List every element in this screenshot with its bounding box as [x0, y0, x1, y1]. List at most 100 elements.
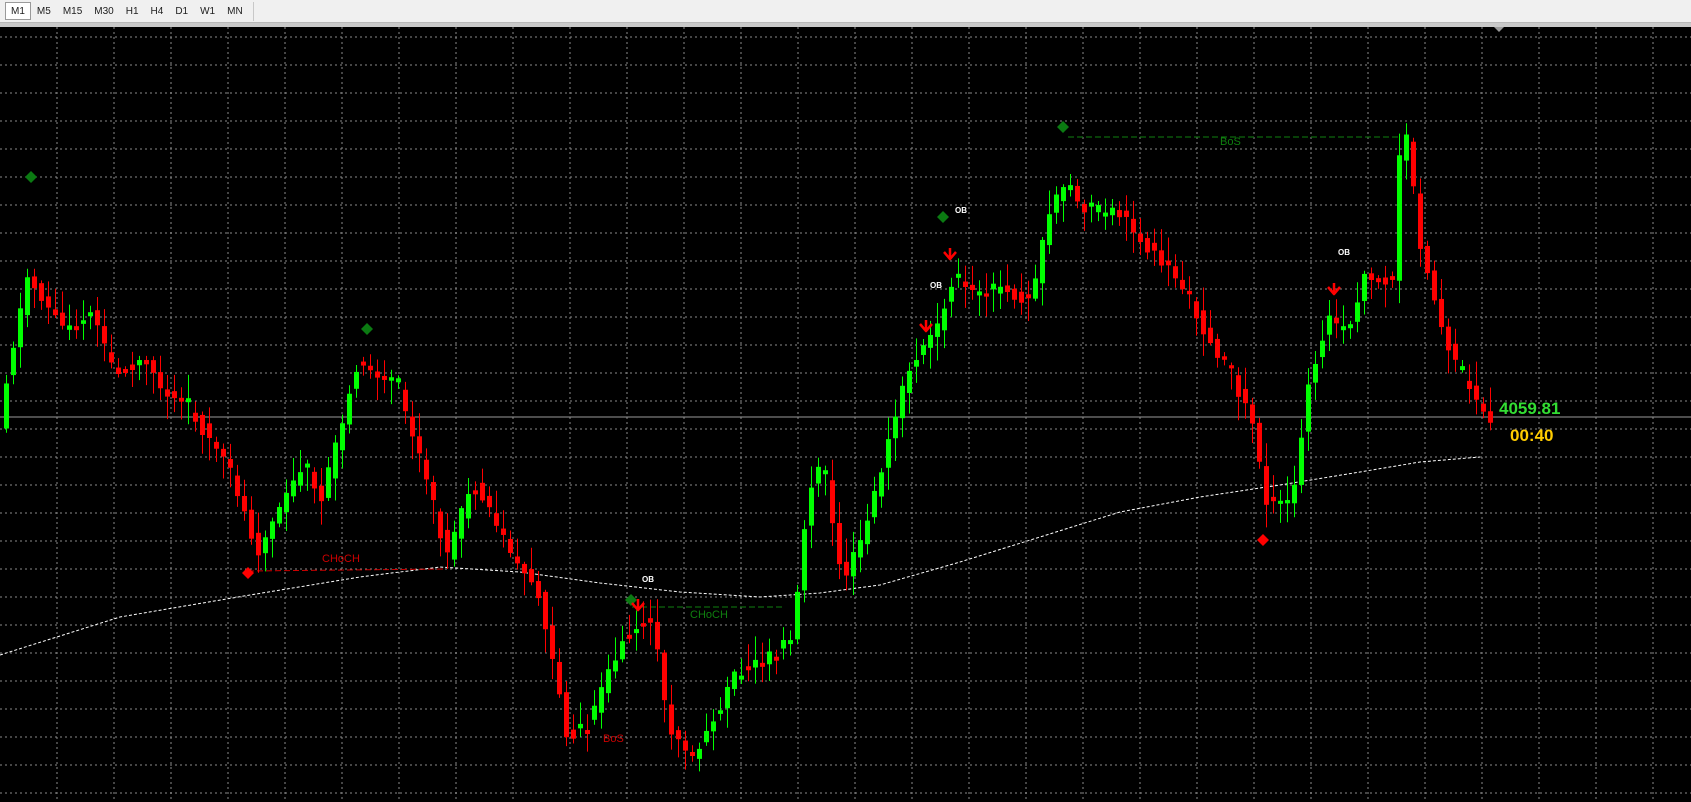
- bullish-candle: [956, 273, 961, 278]
- bearish-candle: [669, 704, 674, 735]
- bullish-candle: [396, 378, 401, 383]
- timeframe-button-group: M1 M5 M15 M30 H1 H4 D1 W1 MN: [5, 2, 254, 21]
- bearish-candle: [1411, 141, 1416, 187]
- bullish-candle: [1278, 500, 1283, 504]
- bearish-candle: [1124, 210, 1129, 217]
- timeframe-button-w1[interactable]: W1: [194, 2, 221, 20]
- bearish-candle: [1250, 404, 1255, 424]
- chart-background: [0, 27, 1691, 802]
- bearish-candle: [417, 436, 422, 454]
- bearish-candle: [1446, 326, 1451, 351]
- bullish-candle: [928, 334, 933, 348]
- bearish-candle: [39, 283, 44, 301]
- bullish-candle: [942, 308, 947, 331]
- bearish-candle: [641, 623, 646, 627]
- bullish-candle: [340, 423, 345, 451]
- bearish-candle: [256, 532, 261, 556]
- bearish-candle: [1243, 388, 1248, 404]
- timeframe-button-m30[interactable]: M30: [88, 2, 119, 20]
- bearish-candle: [550, 625, 555, 659]
- bearish-candle: [1488, 411, 1493, 423]
- bullish-candle: [879, 472, 884, 497]
- timeframe-button-mn[interactable]: MN: [221, 2, 249, 20]
- bullish-candle: [81, 320, 86, 324]
- bullish-candle: [893, 416, 898, 439]
- bullish-candle: [704, 730, 709, 743]
- price-chart[interactable]: CHoCH CHoCH BoS BoS OB OB OB OB 4059.81 …: [0, 27, 1691, 802]
- bullish-candle: [1327, 315, 1332, 335]
- bos-label-top: BoS: [1220, 136, 1241, 148]
- bullish-candle: [1033, 278, 1038, 299]
- timeframe-button-d1[interactable]: D1: [169, 2, 194, 20]
- timeframe-button-m15[interactable]: M15: [57, 2, 88, 20]
- bearish-candle: [627, 634, 632, 639]
- timeframe-button-m5[interactable]: M5: [31, 2, 57, 20]
- bullish-candle: [592, 705, 597, 720]
- bullish-candle: [1096, 205, 1101, 213]
- bullish-candle: [1306, 384, 1311, 432]
- bullish-candle: [4, 383, 9, 429]
- bullish-candle: [711, 721, 716, 732]
- bearish-candle: [970, 284, 975, 290]
- bearish-candle: [1075, 185, 1080, 202]
- bullish-candle: [858, 540, 863, 558]
- bullish-candle: [634, 629, 639, 634]
- ob-label: OB: [1338, 248, 1350, 257]
- bos-label-bottom: BoS: [603, 733, 624, 745]
- bearish-candle: [179, 397, 184, 402]
- bullish-candle: [739, 675, 744, 680]
- bullish-candle: [606, 669, 611, 694]
- bearish-candle: [312, 471, 317, 489]
- bearish-candle: [1131, 218, 1136, 233]
- bullish-candle: [1089, 202, 1094, 207]
- bearish-candle: [1334, 317, 1339, 324]
- bullish-candle: [802, 529, 807, 591]
- bullish-candle: [1103, 212, 1108, 217]
- bearish-candle: [746, 666, 751, 671]
- timeframe-button-m1[interactable]: M1: [5, 2, 31, 20]
- bearish-candle: [1215, 338, 1220, 358]
- bullish-candle: [921, 345, 926, 355]
- bullish-candle: [1040, 239, 1045, 284]
- bearish-candle: [151, 360, 156, 373]
- timeframe-button-h1[interactable]: H1: [120, 2, 145, 20]
- bullish-candle: [389, 377, 394, 381]
- bearish-candle: [1229, 365, 1234, 369]
- bearish-candle: [683, 740, 688, 751]
- bullish-candle: [459, 508, 464, 539]
- bearish-candle: [235, 475, 240, 497]
- current-price-label: 4059.81: [1499, 399, 1560, 418]
- bearish-candle: [1026, 294, 1031, 299]
- bearish-candle: [529, 569, 534, 583]
- bullish-candle: [186, 398, 191, 403]
- ob-label: OB: [930, 281, 942, 290]
- bullish-candle: [298, 472, 303, 486]
- bearish-candle: [648, 618, 653, 623]
- bullish-candle: [886, 439, 891, 468]
- timeframe-button-h4[interactable]: H4: [145, 2, 170, 20]
- bearish-candle: [102, 326, 107, 344]
- bearish-candle: [536, 581, 541, 599]
- bullish-candle: [914, 360, 919, 367]
- bearish-candle: [1481, 403, 1486, 412]
- bullish-candle: [725, 686, 730, 709]
- bearish-candle: [382, 375, 387, 380]
- bullish-candle: [25, 277, 30, 316]
- bearish-candle: [319, 485, 324, 502]
- bearish-candle: [1236, 375, 1241, 397]
- bearish-candle: [403, 389, 408, 412]
- bearish-candle: [130, 364, 135, 371]
- bearish-candle: [46, 296, 51, 308]
- bullish-candle: [1047, 214, 1052, 246]
- bearish-candle: [424, 459, 429, 480]
- bearish-candle: [662, 652, 667, 701]
- bearish-candle: [571, 729, 576, 739]
- bearish-candle: [1082, 203, 1087, 213]
- bearish-candle: [144, 359, 149, 365]
- bearish-candle: [1019, 291, 1024, 303]
- bullish-candle: [599, 687, 604, 713]
- bearish-candle: [74, 326, 79, 331]
- bearish-candle: [473, 490, 478, 495]
- bullish-candle: [788, 640, 793, 645]
- bearish-candle: [1432, 270, 1437, 301]
